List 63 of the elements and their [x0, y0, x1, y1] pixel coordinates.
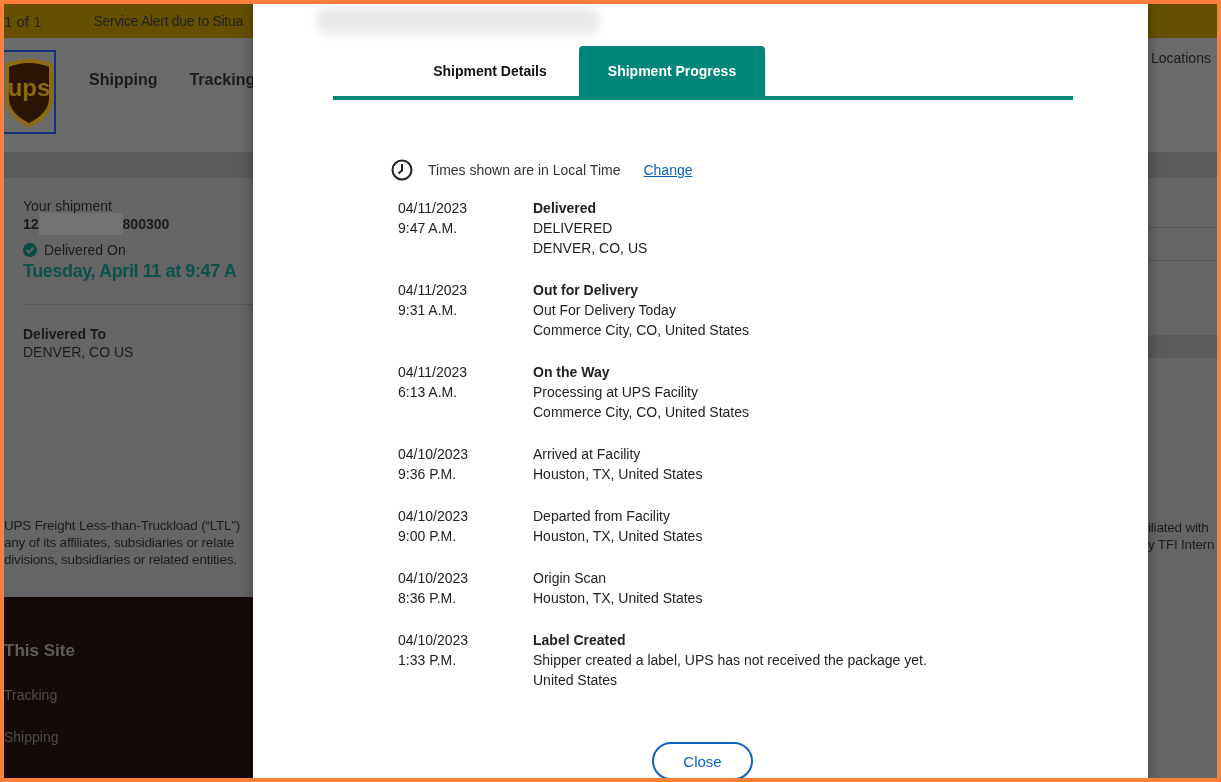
footer-heading: This Site: [4, 641, 76, 661]
clock-icon: [391, 159, 413, 181]
nav-link[interactable]: Locations: [1151, 50, 1211, 66]
disclaimer-text: iliated with: [1148, 519, 1210, 536]
event-time: 9:36 P.M.: [398, 465, 458, 484]
event-detail: Houston, TX, United States: [533, 589, 703, 608]
time-note: Times shown are in Local Time: [428, 162, 621, 178]
event-detail: Commerce City, CO, United States: [533, 321, 750, 340]
logo-text: ups: [7, 74, 51, 101]
event-date: 04/10/2023: [398, 631, 470, 650]
nav-link[interactable]: Shipping: [89, 71, 158, 89]
tracking-number-end: 800300: [122, 216, 170, 232]
event-time: 9:31 A.M.: [398, 301, 459, 320]
logo-link[interactable]: ups: [4, 50, 56, 134]
event-date: 04/10/2023: [398, 445, 470, 464]
event-detail: Out For Delivery Today: [533, 301, 677, 320]
tracking-number-start: 12: [23, 216, 39, 232]
event-time: 6:13 A.M.: [398, 383, 459, 402]
event-status: Departed from Facility: [533, 507, 671, 526]
change-link[interactable]: Change: [643, 162, 693, 178]
event-detail: Houston, TX, United States: [533, 527, 703, 546]
event-detail: United States: [533, 671, 619, 690]
disclaimer-text: divisions, subsidiaries or related entities.: [4, 551, 238, 568]
alert-message[interactable]: Service Alert due to Situa: [93, 13, 243, 29]
event-status: Delivered: [533, 199, 598, 218]
event-time: 9:00 P.M.: [398, 527, 458, 546]
event-status: Out for Delivery: [533, 281, 640, 300]
shield-icon: [5, 59, 53, 128]
disclaimer-text: y TFI Intern: [1148, 536, 1216, 553]
event-detail: Shipper created a label, UPS has not received the package yet.: [533, 651, 927, 670]
event-status: Origin Scan: [533, 569, 608, 588]
footer-link[interactable]: Tracking: [4, 687, 253, 703]
event-date: 04/10/2023: [398, 507, 470, 526]
event-status: On the Way: [533, 363, 611, 382]
disclaimer-text: any of its affiliates, subsidiaries or relate: [4, 534, 236, 551]
event-detail: Commerce City, CO, United States: [533, 403, 750, 422]
event-detail: Processing at UPS Facility: [533, 383, 699, 402]
event-time: 9:47 A.M.: [398, 219, 459, 238]
event-status: Arrived at Facility: [533, 445, 642, 464]
delivered-to-label: Delivered To: [23, 325, 107, 343]
status-label: Delivered On: [44, 242, 126, 258]
event-detail: DENVER, CO, US: [533, 239, 648, 258]
delivered-to-value: DENVER, CO US: [23, 343, 135, 361]
event-detail: Houston, TX, United States: [533, 465, 703, 484]
delivery-date: Tuesday, April 11 at 9:47 A: [23, 261, 238, 282]
close-button[interactable]: Close: [652, 742, 753, 778]
event-status: Label Created: [533, 631, 627, 650]
event-date: 04/11/2023: [398, 281, 469, 300]
section-band: [1148, 335, 1217, 358]
check-icon: [23, 243, 37, 257]
disclaimer-text: UPS Freight Less-than-Truckload (“LTL”): [4, 517, 242, 534]
shipment-label: Your shipment: [23, 197, 113, 215]
event-time: 8:36 P.M.: [398, 589, 458, 608]
event-date: 04/11/2023: [398, 363, 469, 382]
alert-bar: [1148, 4, 1217, 38]
event-date: 04/10/2023: [398, 569, 470, 588]
event-date: 04/11/2023: [398, 199, 469, 218]
alert-counter: 1 of 1: [4, 12, 42, 30]
event-detail: DELIVERED: [533, 219, 614, 238]
section-band: [1148, 152, 1217, 178]
footer-link[interactable]: Shipping: [4, 729, 253, 745]
event-time: 1:33 P.M.: [398, 651, 458, 670]
tab[interactable]: Shipment Progress: [579, 46, 765, 96]
